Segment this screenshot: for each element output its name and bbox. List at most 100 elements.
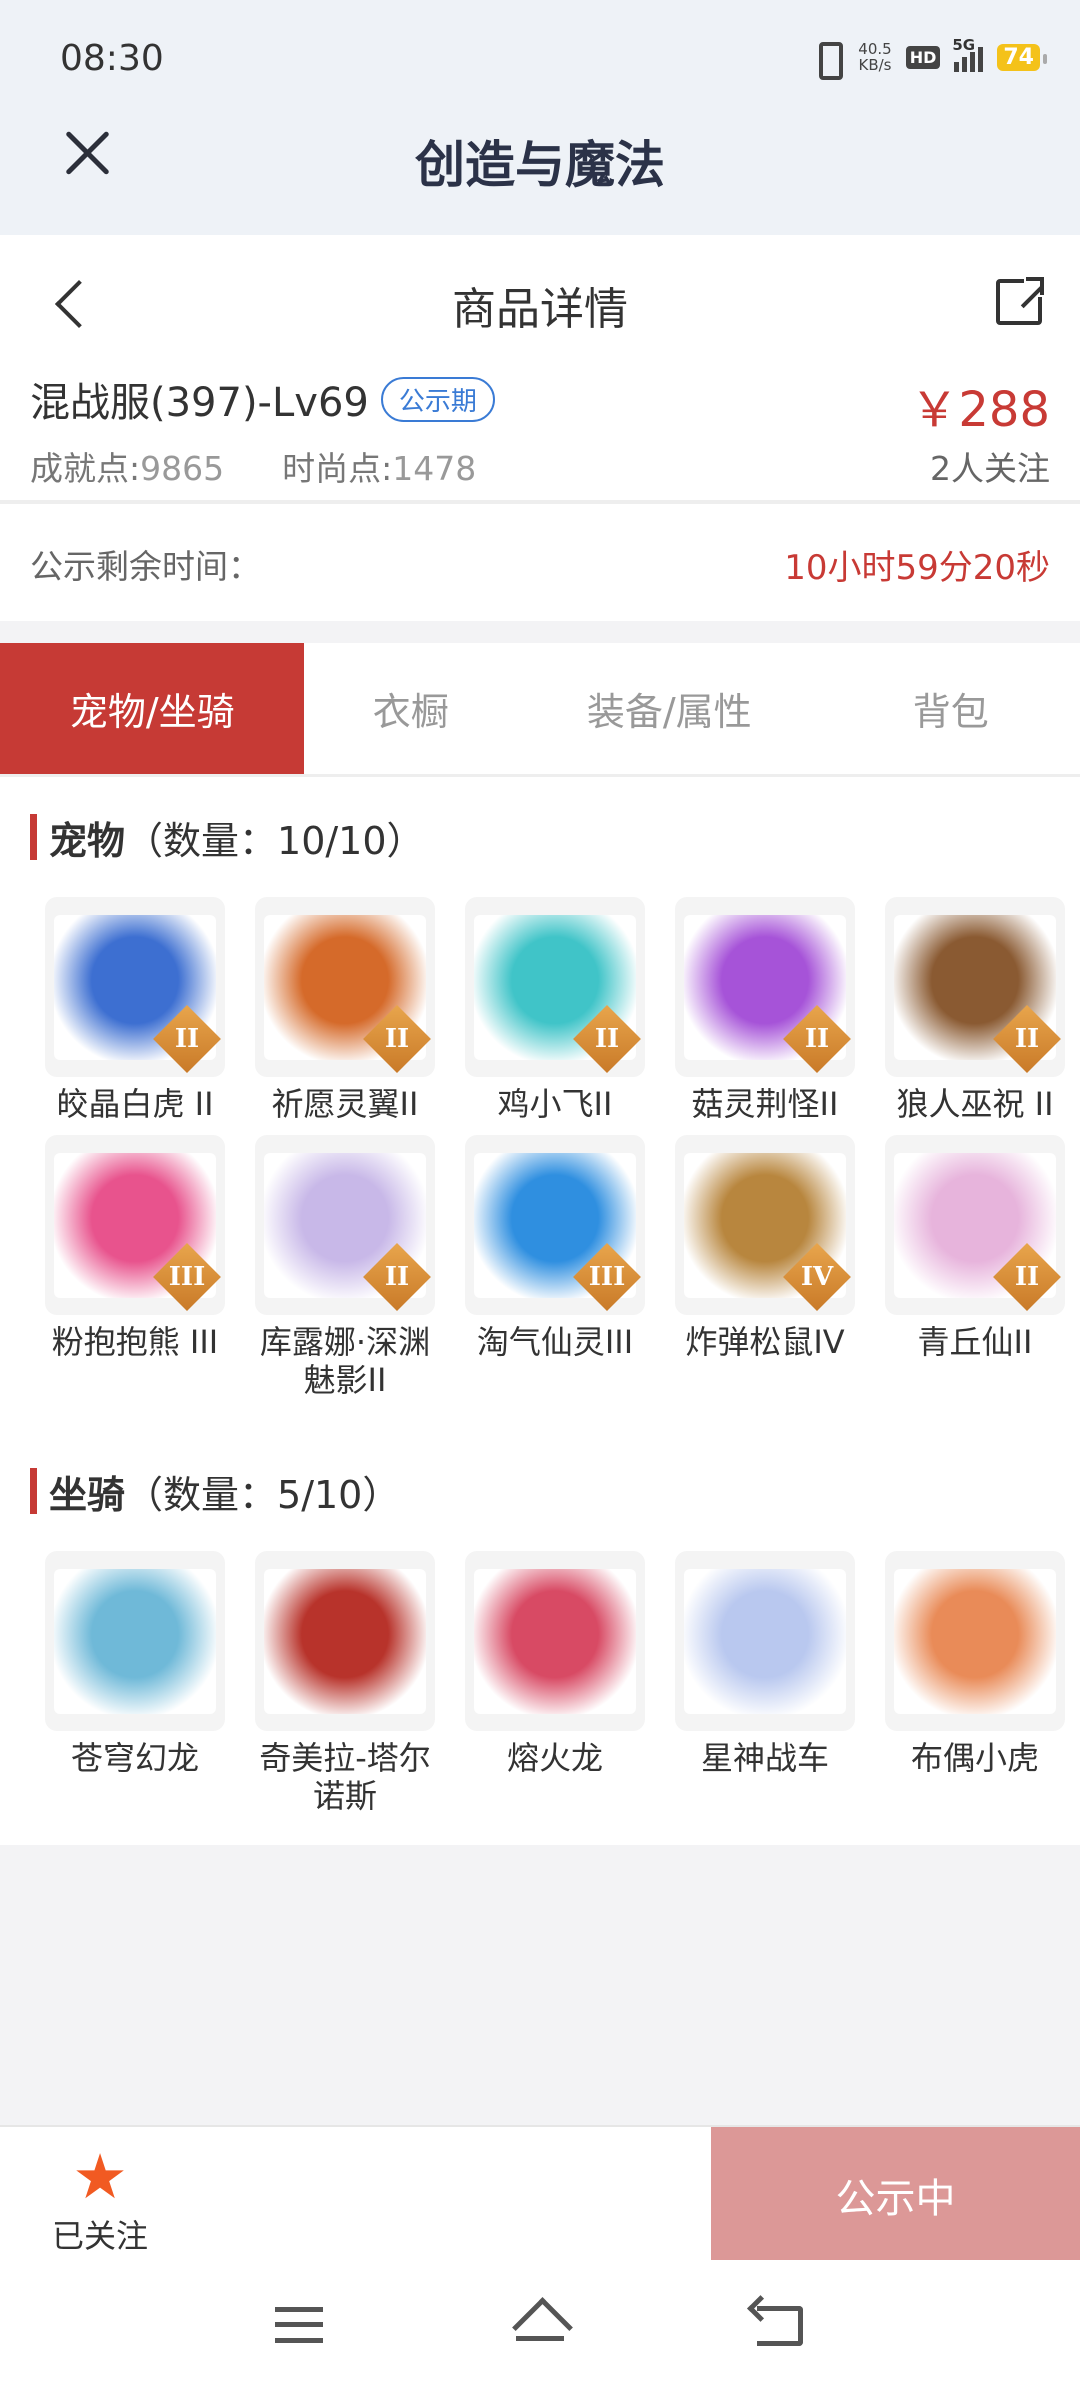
pet-item[interactable]: III 粉抱抱熊 III (30, 1135, 240, 1399)
star-horse-icon (684, 1568, 846, 1714)
public-status-button[interactable]: 公示中 (711, 2127, 1080, 2262)
rank-label: II (804, 1024, 830, 1054)
pet-item[interactable]: II 鸡小飞II (450, 897, 660, 1123)
item-thumbnail: II (45, 897, 225, 1077)
item-thumbnail: II (255, 897, 435, 1077)
countdown-row: 公示剩余时间： 10小时59分20秒 (0, 504, 1080, 621)
follow-label: 已关注 (51, 2217, 148, 2255)
item-thumbnail: II (255, 1135, 435, 1315)
item-name: 奇美拉-塔尔诺斯 (259, 1739, 431, 1815)
follow-button[interactable]: ★ 已关注 (40, 2140, 160, 2257)
item-name: 淘气仙灵III (476, 1323, 634, 1361)
pets-heading: 宠物 （数量：10/10） (0, 777, 1080, 897)
mount-item[interactable]: 熔火龙 (450, 1551, 660, 1815)
doll-tiger-icon (894, 1568, 1056, 1714)
pets-title: 宠物 (49, 818, 126, 863)
speed-value: 40.5 (858, 40, 892, 58)
pet-item[interactable]: II 皎晶白虎 II (30, 897, 240, 1123)
item-thumbnail: II (465, 897, 645, 1077)
bottom-bar: ★ 已关注 公示中 (0, 2125, 1080, 2262)
nav-bar: 商品详情 (0, 235, 1080, 370)
mounts-heading: 坐骑 （数量：5/10） (0, 1431, 1080, 1551)
app-title: 创造与魔法 (415, 136, 665, 194)
item-name: 布偶小虎 (910, 1739, 1039, 1777)
item-thumbnail: II (885, 897, 1065, 1077)
mount-item[interactable]: 布偶小虎 (870, 1551, 1080, 1815)
pet-item[interactable]: II 狼人巫祝 II (870, 897, 1080, 1123)
pet-item[interactable]: II 青丘仙II (870, 1135, 1080, 1399)
home-icon[interactable] (512, 2300, 568, 2348)
item-thumbnail (45, 1551, 225, 1731)
stats: 成就点:9865 时尚点:1478 (30, 442, 476, 490)
server-name: 混战服(397)-Lv69 (30, 380, 369, 426)
pet-item[interactable]: II 库露娜·深渊魅影II (240, 1135, 450, 1399)
rank-badge: II (573, 1005, 641, 1073)
server-level: 混战服(397)-Lv69 公示期 (30, 370, 495, 428)
status-badge: 公示期 (380, 376, 495, 422)
rank-label: II (1014, 1024, 1040, 1054)
item-thumbnail: III (45, 1135, 225, 1315)
tab-pets-mounts[interactable]: 宠物/坐骑 (0, 643, 305, 774)
back-icon[interactable] (757, 2306, 803, 2346)
rank-label: II (174, 1024, 200, 1054)
rank-label: II (1014, 1262, 1040, 1292)
countdown-label: 公示剩余时间： (30, 547, 261, 586)
lava-dragon-icon (474, 1568, 636, 1714)
item-name: 祈愿灵翼II (271, 1085, 419, 1123)
sky-dragon-icon (54, 1568, 216, 1714)
item-name: 青丘仙II (917, 1323, 1033, 1361)
mounts-section: 坐骑 （数量：5/10） 苍穹幻龙 奇美拉-塔尔诺斯 熔火龙 星神战车 布偶小虎 (0, 1431, 1080, 1845)
item-name: 苍穹幻龙 (70, 1739, 199, 1777)
detail-page: 商品详情 混战服(397)-Lv69 公示期 成就点:9865 时尚点:1478 … (0, 235, 1080, 1845)
pet-item[interactable]: IV 炸弹松鼠IV (660, 1135, 870, 1399)
item-thumbnail: IV (675, 1135, 855, 1315)
signal-icon: 5G (952, 36, 984, 72)
status-icons: 40.5 KB/s HD 5G 74 (810, 36, 1047, 80)
pet-item[interactable]: II 祈愿灵翼II (240, 897, 450, 1123)
fashion-value: 1478 (392, 449, 477, 488)
mount-grid: 苍穹幻龙 奇美拉-塔尔诺斯 熔火龙 星神战车 布偶小虎 (0, 1551, 1080, 1845)
share-icon[interactable] (996, 275, 1046, 325)
listing-info: 混战服(397)-Lv69 公示期 成就点:9865 时尚点:1478 ￥288 … (0, 370, 1080, 500)
tab-bar: 宠物/坐骑 衣橱 装备/属性 背包 (0, 643, 1080, 777)
item-name: 粉抱抱熊 III (51, 1323, 219, 1361)
follower-count: 2人关注 (930, 449, 1050, 488)
mount-item[interactable]: 奇美拉-塔尔诺斯 (240, 1551, 450, 1815)
item-name: 熔火龙 (506, 1739, 603, 1777)
pet-item[interactable]: II 菇灵荆怪II (660, 897, 870, 1123)
fashion-label: 时尚点: (282, 449, 393, 488)
tab-backpack[interactable]: 背包 (821, 643, 1080, 774)
item-thumbnail: II (675, 897, 855, 1077)
pets-section: 宠物 （数量：10/10） II 皎晶白虎 II II 祈愿灵翼II II 鸡小飞II II 菇… (0, 777, 1080, 1411)
rank-badge: III (573, 1243, 641, 1311)
system-nav-bar (0, 2260, 1080, 2388)
menu-icon[interactable] (275, 2307, 323, 2343)
chimera-icon (264, 1568, 426, 1714)
price: ￥288 (910, 382, 1050, 438)
mount-item[interactable]: 星神战车 (660, 1551, 870, 1815)
item-thumbnail: II (885, 1135, 1065, 1315)
star-icon: ★ (72, 2140, 128, 2213)
rank-badge: II (153, 1005, 221, 1073)
rank-label: II (384, 1262, 410, 1292)
tab-wardrobe[interactable]: 衣橱 (304, 643, 517, 774)
item-thumbnail (255, 1551, 435, 1731)
rank-label: II (384, 1024, 410, 1054)
achievement-label: 成就点: (30, 449, 141, 488)
rank-badge: II (993, 1243, 1061, 1311)
battery-icon: 74 (997, 43, 1047, 71)
item-thumbnail (465, 1551, 645, 1731)
pet-grid: II 皎晶白虎 II II 祈愿灵翼II II 鸡小飞II II 菇灵荆怪II II 狼人巫祝 I… (0, 897, 1080, 1411)
pets-count: （数量：10/10） (125, 818, 425, 863)
item-name: 狼人巫祝 II (896, 1085, 1054, 1123)
item-name: 星神战车 (700, 1739, 829, 1777)
item-name: 菇灵荆怪II (691, 1085, 839, 1123)
tab-equipment[interactable]: 装备/属性 (517, 643, 821, 774)
item-name: 鸡小飞II (497, 1085, 613, 1123)
rank-badge: IV (783, 1243, 851, 1311)
mount-item[interactable]: 苍穹幻龙 (30, 1551, 240, 1815)
achievement-value: 9865 (140, 449, 225, 488)
pet-item[interactable]: III 淘气仙灵III (450, 1135, 660, 1399)
item-thumbnail: III (465, 1135, 645, 1315)
item-name: 炸弹松鼠IV (685, 1323, 845, 1361)
